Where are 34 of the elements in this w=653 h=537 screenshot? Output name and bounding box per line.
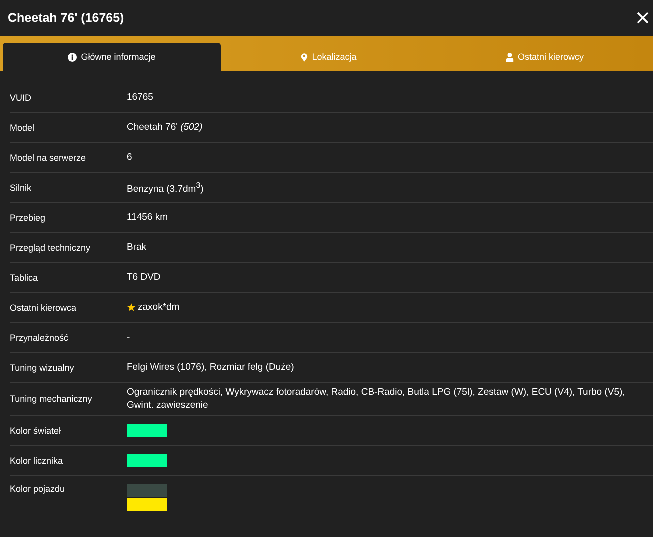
window-title: Cheetah 76' (16765) bbox=[8, 11, 124, 25]
field-value: Brak bbox=[127, 241, 148, 254]
field-value: T6 DVD bbox=[127, 271, 162, 284]
info-icon bbox=[68, 52, 78, 62]
field-label: Tuning mechaniczny bbox=[10, 394, 94, 404]
field-label: Tuning wizualny bbox=[10, 362, 76, 372]
field-label: Model bbox=[10, 122, 36, 132]
field-value: Benzyna (3.7dm$^{3}$) bbox=[127, 180, 205, 196]
field-label: Przynależność bbox=[10, 332, 70, 342]
field-value: 16765 bbox=[127, 91, 154, 104]
field-value: Ogranicznik prędkości, Wykrywacz fotoradarów, Radio, CB-Radio, Butla LPG (75l), Zestaw (W), ECU (V4), Turbo (V5), Gwint. zawieszenie bbox=[127, 386, 626, 412]
field-value: Felgi Wires (1076), Rozmiar felg (Duże) bbox=[127, 361, 296, 374]
field-label: Przegląd techniczny bbox=[10, 242, 92, 252]
field-label: Przebieg bbox=[10, 212, 47, 222]
driver-name: zaxok*dm bbox=[138, 301, 180, 314]
field-value: - bbox=[127, 331, 132, 344]
user-icon bbox=[506, 52, 514, 62]
field-label: Kolor pojazdu bbox=[10, 484, 66, 494]
tab[interactable]: Ostatni kierowcy bbox=[437, 43, 653, 71]
field-value: 6 bbox=[127, 151, 134, 164]
field-value: Cheetah 76' (502) bbox=[127, 121, 204, 134]
field-label: VUID bbox=[10, 92, 33, 102]
tab[interactable]: Lokalizacja bbox=[221, 43, 437, 71]
field-label: Tablica bbox=[10, 272, 40, 282]
field-value: 11456 km bbox=[127, 211, 170, 224]
field-label: Model na serwerze bbox=[10, 152, 88, 162]
star-icon bbox=[127, 303, 136, 312]
location-pin-icon bbox=[301, 52, 308, 62]
close-icon[interactable] bbox=[637, 12, 649, 24]
field-label: Ostatni kierowca bbox=[10, 302, 78, 312]
field-label: Kolor licznika bbox=[10, 456, 64, 466]
field-label: Silnik bbox=[10, 182, 33, 192]
tab[interactable]: Główne informacje bbox=[3, 43, 221, 71]
field-label: Kolor świateł bbox=[10, 426, 62, 436]
